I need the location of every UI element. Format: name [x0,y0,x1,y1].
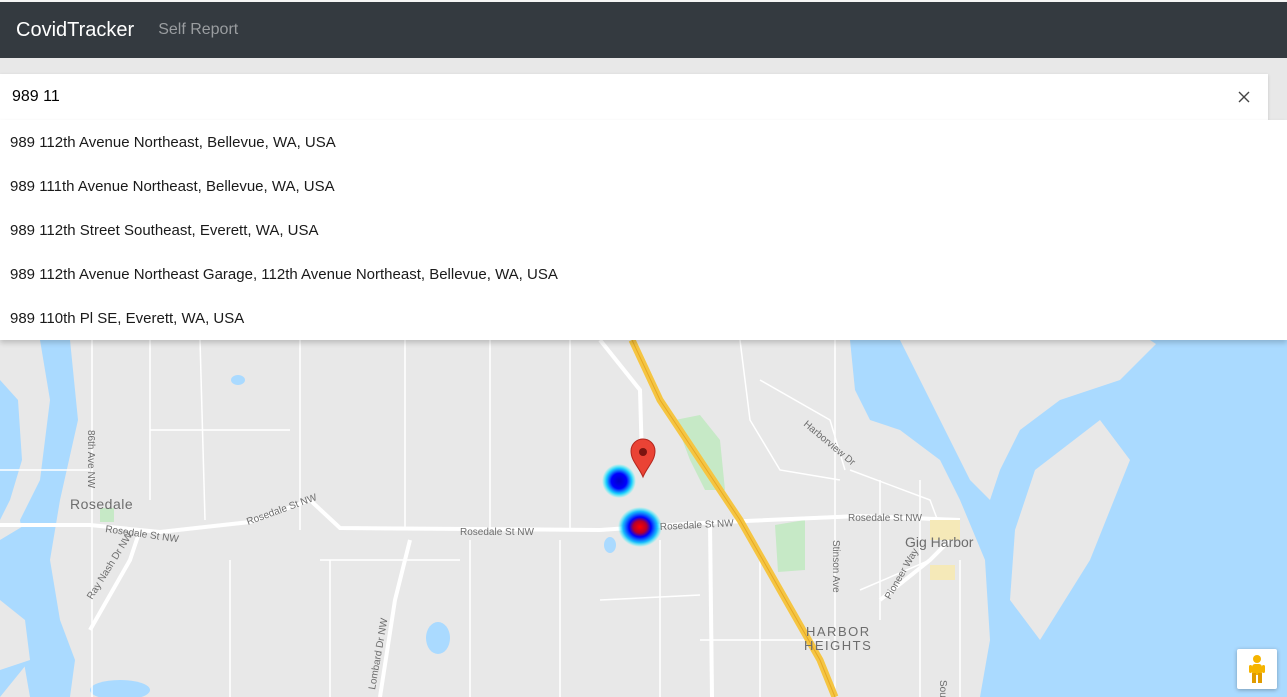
map-label-heights: HEIGHTS [804,638,872,653]
navbar: CovidTracker Self Report [0,0,1287,58]
autocomplete-suggestion[interactable]: 989 112th Street Southeast, Everett, WA,… [0,208,1287,252]
heatmap-point-low [602,464,636,498]
street-label: Sou [937,680,948,697]
park-area-2 [775,520,805,572]
street-label: 86th Ave NW [85,430,96,489]
autocomplete-suggestion[interactable]: 989 110th Pl SE, Everett, WA, USA [0,296,1287,340]
pond-small [231,375,245,385]
autocomplete-dropdown: 989 112th Avenue Northeast, Bellevue, WA… [0,120,1287,340]
town-commercial-2 [930,565,955,580]
autocomplete-suggestion[interactable]: 989 112th Avenue Northeast Garage, 112th… [0,252,1287,296]
map-label-rosedale: Rosedale [70,496,133,512]
autocomplete-suggestion[interactable]: 989 111th Avenue Northeast, Bellevue, WA… [0,164,1287,208]
street-label: Rosedale St NW [460,527,534,538]
pond-center [604,537,616,553]
brand-logo[interactable]: CovidTracker [16,19,134,42]
street-view-pegman-icon[interactable] [1237,649,1277,689]
street-label: Stinson Ave [830,540,841,593]
address-search-input[interactable] [10,87,1214,107]
nav-link-self-report[interactable]: Self Report [158,21,238,39]
address-search [0,74,1268,120]
pond-lombard [426,622,450,654]
map-label-gig-harbor: Gig Harbor [905,534,974,550]
street-label: Rosedale St NW [848,513,922,524]
heatmap-point-high [618,507,662,547]
map-label-harbor: HARBOR [806,624,871,639]
close-icon[interactable] [1234,87,1254,107]
autocomplete-suggestion[interactable]: 989 112th Avenue Northeast, Bellevue, WA… [0,120,1287,164]
